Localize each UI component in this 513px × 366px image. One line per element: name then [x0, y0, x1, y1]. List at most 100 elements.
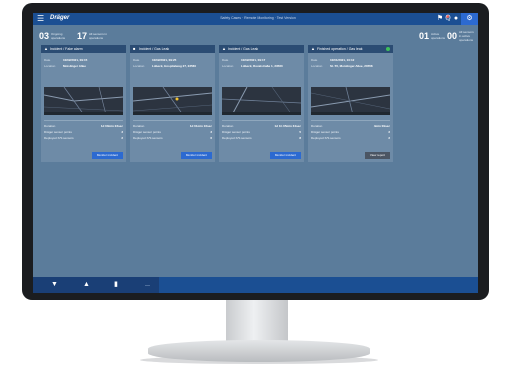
app-title: Safety Cases · Remote Monitoring · Test …: [220, 16, 296, 20]
gear-icon[interactable]: ⚙: [461, 13, 478, 25]
deployed-sensors-value: 8: [299, 136, 301, 140]
monitor-incident-button[interactable]: Monitor incident: [180, 152, 212, 159]
card-header: ▲ Incident / Gas Leak: [219, 45, 304, 53]
map-attribution-bar: [311, 112, 390, 115]
stat-sensors-in-active-operations: 00 All sensors in active operations: [447, 27, 475, 45]
location-value: Moislinger Allee: [63, 64, 86, 68]
menu-icon[interactable]: ☰: [37, 15, 45, 23]
duration-value: 4min 09sec: [373, 124, 390, 128]
device-icon[interactable]: ▮: [114, 281, 118, 289]
map-roads: [44, 87, 123, 115]
deployed-sensors-label: Deployed X/S sensors: [311, 136, 341, 140]
map-roads: [133, 87, 212, 115]
date-label: Date: [222, 58, 229, 62]
deployed-sensors-value: 2: [388, 136, 390, 140]
view-report-button[interactable]: View report: [364, 152, 390, 159]
stat-label: Ongoing operations: [51, 31, 66, 40]
date-value: 10/02/2021, 09:25: [152, 58, 177, 62]
location-label: Location: [311, 64, 323, 68]
duration-label: Duration: [311, 124, 323, 128]
incident-map[interactable]: [44, 87, 123, 115]
location-label: Location: [222, 64, 234, 68]
date-label: Date: [44, 58, 51, 62]
map-roads: [222, 87, 301, 115]
bottom-nav-bar: ▼ ▲ ▮ —: [33, 277, 478, 293]
monitor-stand-base: [148, 340, 370, 362]
deployed-sensors-label: Deployed X/S sensors: [133, 136, 163, 140]
incident-map[interactable]: [222, 87, 301, 115]
date-value: 10/01/2021, 10:12: [330, 58, 355, 62]
location-value: Lübeck, Hospitalweg 27, 23560: [152, 64, 197, 68]
user-icon[interactable]: ●: [452, 15, 460, 23]
card-header: ▲ Incident / Fake alarm: [41, 45, 126, 53]
incident-card[interactable]: ▲ Incident / Fake alarm Date 10/02/2021,…: [41, 45, 126, 162]
sensor-points-value: 3: [121, 130, 123, 134]
warning-icon: ▲: [311, 46, 315, 51]
incident-card[interactable]: ▲ Incident / Gas Leak Date 10/02/2021, 0…: [219, 45, 304, 162]
card-divider: [133, 120, 212, 121]
monitor-bezel: ☰ Dräger Safety Cases · Remote Monitorin…: [22, 3, 489, 300]
status-ok-icon: [386, 47, 390, 51]
card-divider: [44, 120, 123, 121]
incident-card[interactable]: ■ Incident / Gas Leak Date 10/02/2021, 0…: [130, 45, 215, 162]
monitor-incident-button[interactable]: Monitor incident: [91, 152, 123, 159]
incident-card[interactable]: ▲ Finished operation / Gas leak Date 10/…: [308, 45, 393, 162]
deployed-sensors-value: 6: [210, 136, 212, 140]
duration-label: Duration: [133, 124, 145, 128]
stat-number: 01: [419, 30, 430, 41]
sensor-points-label: Dräger sensor points: [311, 130, 339, 134]
date-value: 10/02/2021, 09:15: [63, 58, 88, 62]
incident-map[interactable]: [311, 87, 390, 115]
deployed-sensors-label: Deployed X/S sensors: [44, 136, 74, 140]
sensor-points-label: Dräger sensor points: [44, 130, 72, 134]
more-icon[interactable]: —: [145, 282, 150, 290]
location-value: St. 55, Moislinger Allee, 23558: [330, 64, 373, 68]
app-screen: ☰ Dräger Safety Cases · Remote Monitorin…: [33, 13, 478, 293]
date-value: 10/02/2021, 09:17: [241, 58, 266, 62]
duration-value: 1d 00min 23sec: [100, 124, 123, 128]
stat-ongoing-operations: 03 Ongoing operations: [39, 27, 73, 45]
sensor-points-label: Dräger sensor points: [222, 130, 250, 134]
card-divider: [222, 120, 301, 121]
stat-number: 03: [39, 30, 50, 41]
card-divider: [311, 120, 390, 121]
location-label: Location: [133, 64, 145, 68]
stat-label: All sensors in operations: [89, 31, 107, 40]
stat-number: 00: [447, 30, 458, 41]
map-attribution-bar: [44, 112, 123, 115]
location-label: Location: [44, 64, 56, 68]
sensor-points-value: 5: [299, 130, 301, 134]
stat-label: Active operations: [431, 31, 446, 40]
sensor-points-value: 3: [210, 130, 212, 134]
stat-active-operations: 01 Active operations: [419, 27, 445, 45]
warning-icon: ■: [133, 46, 136, 51]
bluetooth-icon[interactable]: ℚ: [444, 15, 452, 23]
warning-icon: ▲: [222, 46, 226, 51]
map-attribution-bar: [222, 112, 301, 115]
stat-label: All sensors in active operations: [459, 29, 474, 42]
alert-icon[interactable]: ⚑: [436, 15, 444, 23]
deployed-sensors-value: 2: [121, 136, 123, 140]
duration-label: Duration: [44, 124, 56, 128]
card-title: Finished operation / Gas leak: [317, 47, 363, 51]
stat-number: 17: [77, 30, 88, 41]
card-header: ▲ Finished operation / Gas leak: [308, 45, 393, 53]
card-title: Incident / Gas Leak: [228, 47, 259, 51]
card-header: ■ Incident / Gas Leak: [130, 45, 215, 53]
stat-sensors-in-operations: 17 All sensors in operations: [77, 27, 111, 45]
card-title: Incident / Fake alarm: [50, 47, 83, 51]
duration-value: 1d 1h 05min 34sec: [274, 124, 301, 128]
location-value: Lübeck, Revalstraße 1, 23560: [241, 64, 283, 68]
card-title: Incident / Gas Leak: [139, 47, 170, 51]
monitor-incident-button[interactable]: Monitor incident: [269, 152, 301, 159]
sensor-points-value: 2: [388, 130, 390, 134]
incident-map[interactable]: [133, 87, 212, 115]
duration-label: Duration: [222, 124, 234, 128]
app-bar: ☰ Dräger Safety Cases · Remote Monitorin…: [33, 13, 478, 25]
map-roads: [311, 87, 390, 115]
filter-icon[interactable]: ▼: [51, 281, 58, 289]
map-attribution-bar: [133, 112, 212, 115]
brand-logo: Dräger: [50, 15, 70, 21]
map-icon[interactable]: ▲: [83, 281, 90, 289]
deployed-sensors-label: Deployed X/S sensors: [222, 136, 252, 140]
